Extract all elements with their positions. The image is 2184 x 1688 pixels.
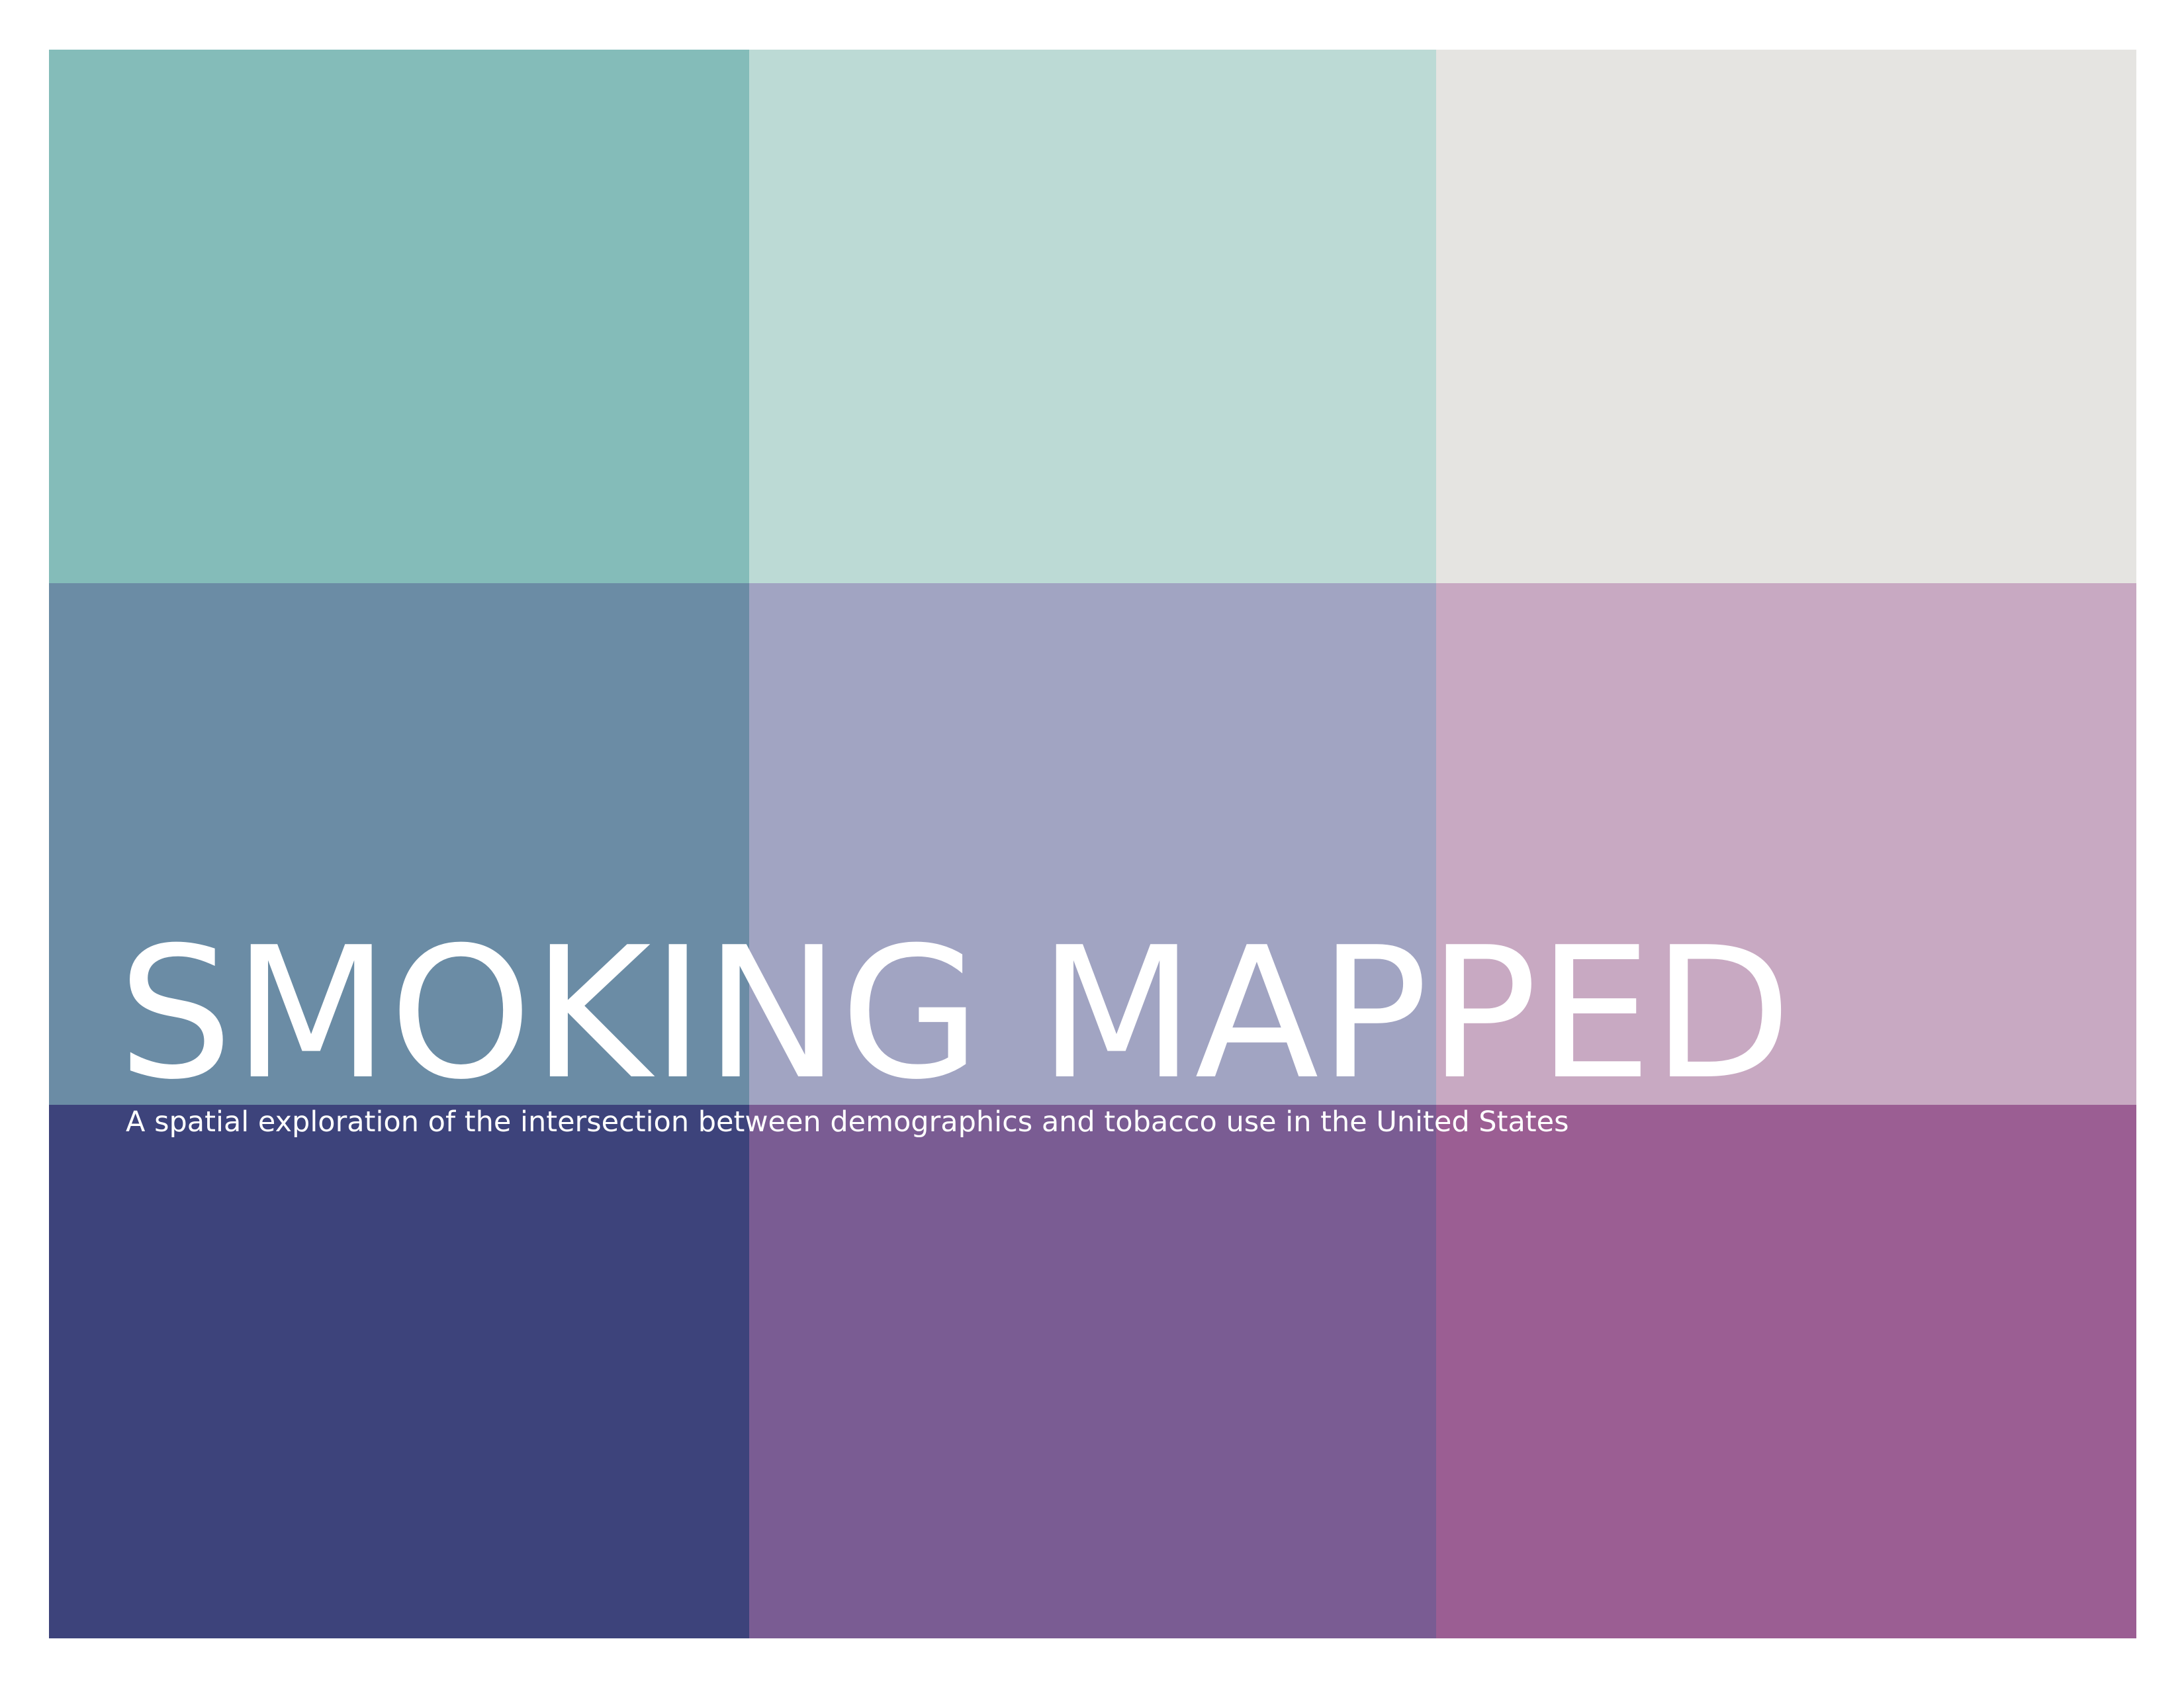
color-swatch-grid <box>49 50 2136 1638</box>
page-title: SMOKING MAPPED <box>118 908 1792 1119</box>
swatch-row1-col2 <box>749 50 1436 583</box>
swatch-row1-col1 <box>49 50 749 583</box>
swatch-row3-col3 <box>1436 1105 2136 1638</box>
swatch-row3-col1 <box>49 1105 749 1638</box>
swatch-row3-col2 <box>749 1105 1436 1638</box>
page-subtitle: A spatial exploration of the intersectio… <box>126 1105 1569 1139</box>
swatch-row1-col3 <box>1436 50 2136 583</box>
